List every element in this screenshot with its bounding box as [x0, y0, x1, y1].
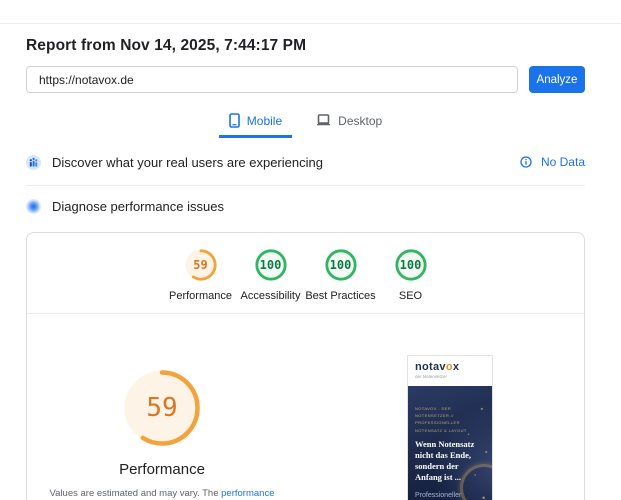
best-practices-score-value: 100	[329, 258, 352, 272]
category-scores-row: 59 Performance 100 Accessibility 100 Bes…	[27, 233, 584, 314]
crux-status[interactable]: No Data	[520, 155, 585, 169]
notavox-logo: notavox	[415, 361, 460, 373]
lighthouse-section-header: Diagnose performance issues	[26, 190, 585, 222]
best-practices-score-ring: 100	[324, 248, 358, 282]
crux-section-title: Discover what your real users are experi…	[52, 154, 323, 170]
analyze-button[interactable]: Analyze	[529, 66, 585, 93]
best-practices-score-label: Best Practices	[305, 290, 376, 302]
accessibility-score-value: 100	[259, 258, 282, 272]
accessibility-score-ring: 100	[254, 248, 288, 282]
performance-gauge-column: 59 Performance Values are estimated and …	[27, 368, 297, 500]
score-performance[interactable]: 59 Performance	[166, 248, 236, 302]
tab-desktop[interactable]: Desktop	[306, 108, 392, 138]
lighthouse-section-title: Diagnose performance issues	[52, 198, 224, 214]
score-accessibility[interactable]: 100 Accessibility	[236, 248, 306, 302]
accessibility-score-label: Accessibility	[240, 290, 301, 302]
crux-section-header: Discover what your real users are experi…	[26, 144, 585, 180]
hero-kicker: Notavox - der Notensetzer // Professione…	[415, 406, 467, 433]
tab-mobile[interactable]: Mobile	[218, 108, 293, 138]
real-users-icon	[26, 154, 41, 170]
page-title: Report from Nov 14, 2025, 7:44:17 PM	[26, 37, 307, 54]
score-seo[interactable]: 100 SEO	[376, 248, 446, 302]
section-divider	[26, 185, 585, 186]
tab-mobile-label: Mobile	[246, 113, 283, 128]
desktop-laptop-icon	[316, 114, 331, 127]
thumbnail-site-header: notavox der Notensetzer	[408, 356, 492, 386]
top-divider	[0, 0, 621, 24]
performance-detail-section: 59 Performance Values are estimated and …	[27, 314, 584, 500]
performance-score-label: Performance	[169, 290, 232, 302]
info-icon	[520, 156, 532, 168]
disclaimer-text: Values are estimated and may vary. The	[49, 488, 222, 499]
page-content: Report from Nov 14, 2025, 7:44:17 PM Ana…	[0, 37, 621, 500]
performance-gauge-value: 59	[146, 393, 178, 423]
page-screenshot-thumbnail[interactable]: notavox der Notensetzer Notavox - der No…	[407, 355, 493, 500]
site-tagline: der Notensetzer	[415, 374, 448, 379]
hero-headline: Wenn Notensatz nicht das Ende, sondern d…	[415, 438, 475, 482]
thumbnail-hero: Notavox - der Notensetzer // Professione…	[408, 386, 492, 500]
mobile-phone-icon	[228, 113, 240, 128]
score-best-practices[interactable]: 100 Best Practices	[305, 248, 376, 302]
performance-gauge: 59	[122, 368, 202, 448]
url-bar: Analyze	[26, 66, 585, 93]
seo-score-ring: 100	[394, 248, 428, 282]
seo-score-value: 100	[399, 258, 422, 272]
lighthouse-report-card: 59 Performance 100 Accessibility 100 Bes…	[26, 232, 585, 500]
diagnose-icon	[26, 198, 41, 214]
tab-desktop-label: Desktop	[338, 113, 383, 128]
performance-score-ring: 59	[184, 248, 218, 282]
seo-score-label: SEO	[398, 290, 423, 302]
score-disclaimer: Values are estimated and may vary. The p…	[46, 487, 278, 500]
hero-body-text: Professioneller Notensatz, druckfertiges…	[415, 491, 462, 499]
crux-status-label: No Data	[540, 155, 585, 169]
performance-score-value: 59	[193, 258, 208, 272]
performance-gauge-title[interactable]: Performance	[119, 461, 205, 478]
device-tabs: Mobile Desktop	[26, 108, 585, 138]
url-input[interactable]	[26, 66, 518, 93]
